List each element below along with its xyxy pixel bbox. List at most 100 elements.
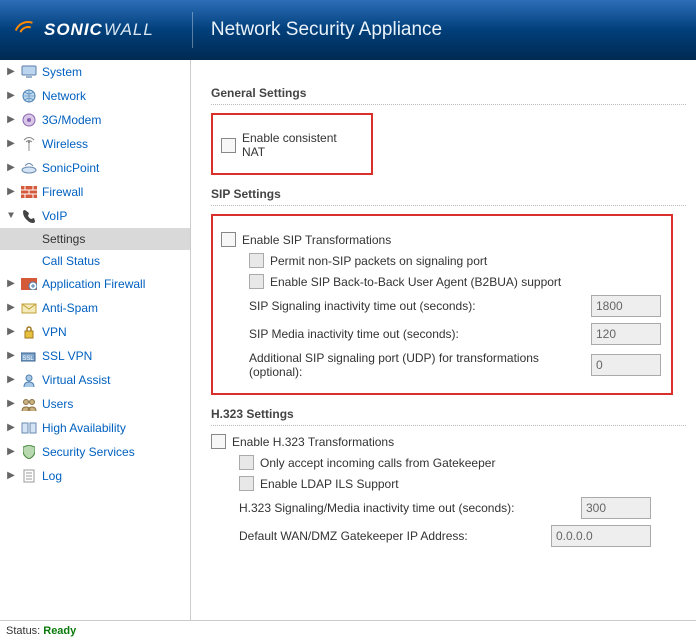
expand-icon[interactable]: ▶ [6,162,16,174]
logo-arc-icon [14,17,40,43]
expand-icon[interactable]: ▶ [6,350,16,362]
sidebar-item-app-firewall[interactable]: ▶ Application Firewall [0,272,190,296]
svg-text:SSL: SSL [22,356,34,362]
sidebar-item-security-services[interactable]: ▶ Security Services [0,440,190,464]
label-gatekeeper-ip: Default WAN/DMZ Gatekeeper IP Address: [239,529,545,543]
assist-icon [20,371,38,389]
sidebar-item-sonicpoint[interactable]: ▶ SonicPoint [0,156,190,180]
sidebar-item-label: VPN [42,325,67,339]
sidebar-item-anti-spam[interactable]: ▶ Anti-Spam [0,296,190,320]
sidebar-item-log[interactable]: ▶Log [0,464,190,488]
expand-icon[interactable]: ▶ [6,446,16,458]
sidebar-item-firewall[interactable]: ▶ Firewall [0,180,190,204]
input-sip-addl-port[interactable] [591,354,661,376]
checkbox-enable-h323[interactable] [211,434,226,449]
checkbox-gatekeeper-only[interactable] [239,455,254,470]
expand-icon[interactable]: ▶ [6,302,16,314]
checkbox-b2bua[interactable] [249,274,264,289]
sidebar-subitem-call-status[interactable]: Call Status [0,250,190,272]
sidebar-item-label: 3G/Modem [42,113,101,127]
ha-icon [20,419,38,437]
expand-icon[interactable]: ▶ [6,422,16,434]
sidebar-item-label: Firewall [42,185,83,199]
sidebar-item-users[interactable]: ▶ Users [0,392,190,416]
shield-icon [20,443,38,461]
expand-icon[interactable]: ▶ [6,470,16,482]
input-sip-media-timeout[interactable] [591,323,661,345]
app-firewall-icon [20,275,38,293]
expand-icon[interactable]: ▶ [6,114,16,126]
expand-icon[interactable]: ▶ [6,186,16,198]
expand-icon[interactable]: ▶ [6,66,16,78]
brand-text-1: SONIC [44,20,103,39]
sidebar-item-wireless[interactable]: ▶ Wireless [0,132,190,156]
section-general-heading: General Settings [211,86,686,105]
sidebar-item-label: Anti-Spam [42,301,98,315]
label-b2bua: Enable SIP Back-to-Back User Agent (B2BU… [270,275,561,289]
input-gatekeeper-ip[interactable] [551,525,651,547]
body: ▶System ▶ Network ▶ 3G/Modem ▶ Wireless ▶ So… [0,60,696,620]
envelope-icon [20,299,38,317]
sidebar-item-label: Wireless [42,137,88,151]
log-icon [20,467,38,485]
sidebar-item-label: SonicPoint [42,161,99,175]
page-title: Network Security Appliance [211,19,442,41]
sidebar-item-label: Call Status [42,254,100,268]
checkbox-enable-sip[interactable] [221,232,236,247]
expand-icon[interactable]: ▶ [6,90,16,102]
sidebar-item-network[interactable]: ▶ Network [0,84,190,108]
sidebar-item-voip[interactable]: ▼ VoIP [0,204,190,228]
checkbox-permit-nonsip[interactable] [249,253,264,268]
modem-icon [20,111,38,129]
expand-icon[interactable]: ▶ [6,326,16,338]
input-h323-timeout[interactable] [581,497,651,519]
sidebar-item-3gmodem[interactable]: ▶ 3G/Modem [0,108,190,132]
section-sip-heading: SIP Settings [211,187,686,206]
sidebar-item-label: VoIP [42,209,67,223]
checkbox-ldap-ils[interactable] [239,476,254,491]
users-icon [20,395,38,413]
expand-icon[interactable]: ▶ [6,138,16,150]
phone-icon [20,207,38,225]
label-ldap-ils: Enable LDAP ILS Support [260,477,399,491]
brand-logo: SONICWALL [14,17,154,43]
sidebar-item-label: Application Firewall [42,277,145,291]
label-gatekeeper-only: Only accept incoming calls from Gatekeep… [260,456,495,470]
label-enable-h323: Enable H.323 Transformations [232,435,394,449]
input-sip-sig-timeout[interactable] [591,295,661,317]
antenna-icon [20,135,38,153]
firewall-icon [20,183,38,201]
monitor-icon [20,63,38,81]
globe-icon [20,87,38,105]
content: General Settings Enable consistent NAT S… [191,60,696,620]
sidebar-item-virtual-assist[interactable]: ▶Virtual Assist [0,368,190,392]
sidebar-item-label: Security Services [42,445,135,459]
expand-icon[interactable]: ▶ [6,374,16,386]
section-h323-heading: H.323 Settings [211,407,686,426]
sidebar-item-label: Users [42,397,73,411]
sidebar-item-label: Settings [42,232,85,246]
expand-icon[interactable]: ▶ [6,278,16,290]
sidebar-item-label: Network [42,89,86,103]
header-divider [192,12,193,48]
highlight-box-general: Enable consistent NAT [211,113,373,175]
label-sip-addl-port: Additional SIP signaling port (UDP) for … [249,351,585,379]
checkbox-enable-nat[interactable] [221,138,236,153]
label-sip-sig-timeout: SIP Signaling inactivity time out (secon… [249,299,585,313]
ssl-icon: SSL [20,347,38,365]
sidebar-subitem-settings[interactable]: Settings [0,228,190,250]
sidebar-item-vpn[interactable]: ▶ VPN [0,320,190,344]
lock-icon [20,323,38,341]
sidebar-item-label: High Availability [42,421,126,435]
access-point-icon [20,159,38,177]
label-enable-nat: Enable consistent NAT [242,131,361,159]
sidebar-item-system[interactable]: ▶System [0,60,190,84]
collapse-icon[interactable]: ▼ [6,211,16,222]
sidebar-item-high-availability[interactable]: ▶ High Availability [0,416,190,440]
expand-icon[interactable]: ▶ [6,398,16,410]
status-value: Ready [43,625,76,637]
highlight-box-sip: Enable SIP Transformations Permit non-SI… [211,214,673,395]
sidebar-item-label: SSL VPN [42,349,92,363]
label-permit-nonsip: Permit non-SIP packets on signaling port [270,254,487,268]
sidebar-item-sslvpn[interactable]: ▶ SSL SSL VPN [0,344,190,368]
